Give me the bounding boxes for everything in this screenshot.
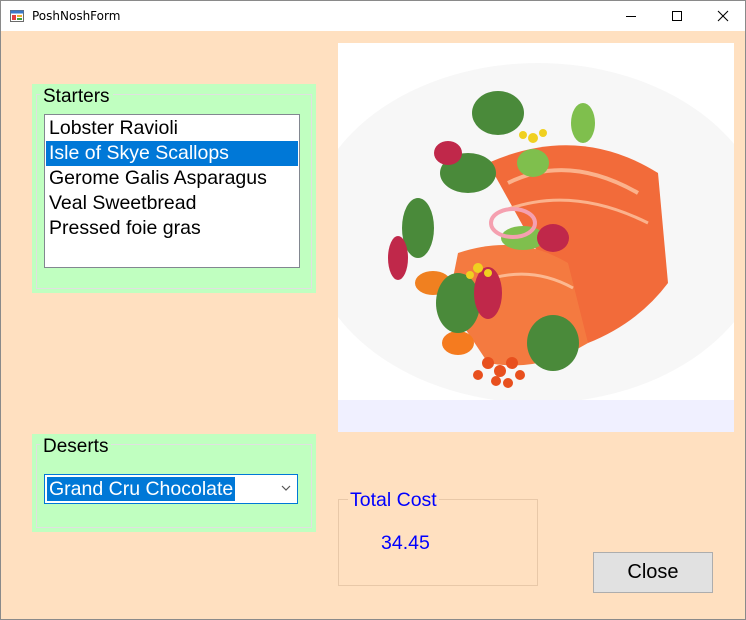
starters-title: Starters <box>40 86 113 108</box>
close-button[interactable]: Close <box>593 552 713 593</box>
posh-nosh-form-window: PoshNoshForm Starters Lobster Ravioli Is… <box>0 0 746 620</box>
starters-listbox[interactable]: Lobster Ravioli Isle of Skye Scallops Ge… <box>44 114 300 268</box>
minimize-button[interactable] <box>608 1 654 31</box>
deserts-groupbox: Deserts Grand Cru Chocolate <box>32 434 316 532</box>
total-cost-label: Total Cost <box>348 489 439 512</box>
window-close-button[interactable] <box>700 1 745 31</box>
starter-item-isle-of-skye-scallops[interactable]: Isle of Skye Scallops <box>46 141 298 166</box>
deserts-combobox[interactable]: Grand Cru Chocolate <box>44 474 298 504</box>
starter-item-veal-sweetbread[interactable]: Veal Sweetbread <box>46 191 298 216</box>
close-icon <box>717 10 729 22</box>
total-cost-value: 34.45 <box>381 532 430 554</box>
window-title: PoshNoshForm <box>32 9 121 23</box>
starters-groupbox: Starters Lobster Ravioli Isle of Skye Sc… <box>32 84 316 293</box>
maximize-button[interactable] <box>654 1 700 31</box>
windows-form-app-icon <box>10 9 24 23</box>
deserts-selected-value: Grand Cru Chocolate <box>47 477 236 501</box>
total-cost-group <box>338 499 538 586</box>
maximize-icon <box>672 11 682 21</box>
starter-item-pressed-foie-gras[interactable]: Pressed foie gras <box>46 216 298 241</box>
starter-item-gerome-galis-asparagus[interactable]: Gerome Galis Asparagus <box>46 166 298 191</box>
salmon-dish-image <box>338 43 734 432</box>
starter-item-lobster-ravioli[interactable]: Lobster Ravioli <box>46 116 298 141</box>
chevron-down-icon[interactable] <box>281 485 291 491</box>
deserts-title: Deserts <box>40 436 112 458</box>
minimize-icon <box>626 16 636 17</box>
dish-picturebox <box>338 43 734 432</box>
title-bar[interactable]: PoshNoshForm <box>1 1 745 31</box>
